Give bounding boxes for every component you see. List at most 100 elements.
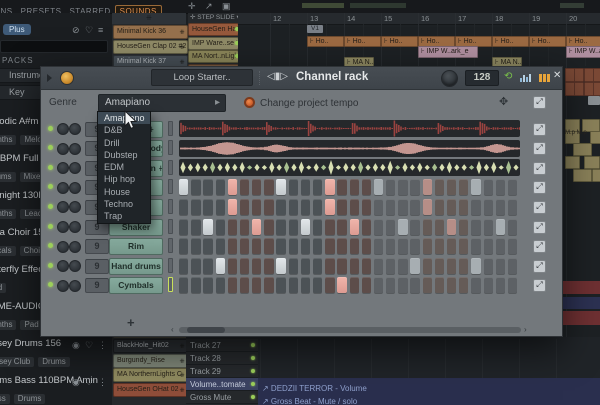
channel-led[interactable]: [48, 243, 53, 248]
step-cell[interactable]: [264, 238, 273, 254]
pan-knob[interactable]: [57, 123, 69, 135]
volume-knob[interactable]: [69, 221, 81, 233]
step-cell[interactable]: [252, 258, 261, 274]
step-cell[interactable]: [496, 219, 505, 235]
step-cell[interactable]: [289, 238, 298, 254]
step-cell[interactable]: [471, 199, 480, 215]
channel-select-strip[interactable]: [168, 121, 173, 136]
pan-knob[interactable]: [57, 260, 69, 272]
step-cell[interactable]: [203, 199, 212, 215]
step-cell[interactable]: [484, 179, 493, 195]
playlist-clip[interactable]: ⊦ Ho..: [492, 36, 529, 47]
scrollbar-thumb[interactable]: [187, 327, 225, 333]
list-item[interactable]: Jersey Drums 156Jersey ClubDrums◉♡⋮: [0, 338, 108, 372]
step-cell[interactable]: [386, 219, 395, 235]
step-cell[interactable]: [191, 219, 200, 235]
step-cell[interactable]: [337, 238, 346, 254]
bg-clip[interactable]: [565, 156, 580, 169]
channel-led[interactable]: [48, 282, 53, 287]
scrollbar[interactable]: [179, 327, 521, 333]
bg-channel-button[interactable]: Minimal Kick 36⧺: [113, 25, 188, 39]
step-cell[interactable]: [350, 238, 359, 254]
step-cell[interactable]: [398, 258, 407, 274]
step-cell[interactable]: [447, 238, 456, 254]
step-cell[interactable]: [410, 258, 419, 274]
pan-knob[interactable]: [57, 221, 69, 233]
track-lane[interactable]: ↗ DEDZII TERROR - Volume: [258, 378, 600, 392]
step-cell[interactable]: [325, 258, 334, 274]
track-name-row[interactable]: Volume..tomate: [186, 378, 258, 391]
step-cell[interactable]: [410, 277, 419, 293]
step-cell[interactable]: [496, 199, 505, 215]
step-cell[interactable]: [386, 199, 395, 215]
track-name-row[interactable]: Gross Mute: [186, 391, 258, 404]
options-icon[interactable]: ⋮: [98, 340, 107, 351]
pan-knob[interactable]: [57, 201, 69, 213]
step-cell[interactable]: [459, 199, 468, 215]
step-cell[interactable]: [276, 238, 285, 254]
step-cell[interactable]: [301, 179, 310, 195]
bg-channel-button[interactable]: HouseGen Clap 02 #2⧺: [113, 40, 188, 54]
dice-icon[interactable]: ⤢: [533, 123, 546, 136]
step-cell[interactable]: [301, 238, 310, 254]
step-cell[interactable]: [313, 179, 322, 195]
playlist-clip[interactable]: ⊦ Ho..: [344, 36, 381, 47]
step-cell[interactable]: [301, 219, 310, 235]
step-cell[interactable]: [386, 258, 395, 274]
step-cell[interactable]: [289, 277, 298, 293]
grid-icon[interactable]: ▣: [222, 1, 231, 12]
pan-knob[interactable]: [57, 241, 69, 253]
step-cell[interactable]: [423, 219, 432, 235]
step-cell[interactable]: [313, 238, 322, 254]
step-cell[interactable]: [459, 238, 468, 254]
step-cell[interactable]: [289, 179, 298, 195]
mixer-track-box[interactable]: 9: [85, 239, 109, 254]
detach-icon[interactable]: ↗: [205, 1, 213, 12]
step-cell[interactable]: [276, 258, 285, 274]
step-cell[interactable]: [350, 199, 359, 215]
step-cell[interactable]: [325, 199, 334, 215]
tag-chip[interactable]: Pad: [0, 283, 6, 293]
track-lane[interactable]: [258, 352, 600, 366]
pan-knob[interactable]: [57, 162, 69, 174]
step-cell[interactable]: [228, 258, 237, 274]
bg-clip[interactable]: [584, 156, 600, 169]
step-cell[interactable]: [423, 277, 432, 293]
channel-button[interactable]: Cymbals: [109, 277, 163, 294]
bg-clip[interactable]: [592, 169, 600, 182]
step-cell[interactable]: [398, 238, 407, 254]
scroll-left-arrow[interactable]: ‹: [171, 325, 174, 334]
step-cell[interactable]: [216, 179, 225, 195]
version-chip[interactable]: V1: [307, 25, 323, 33]
step-cell[interactable]: [276, 277, 285, 293]
step-cell[interactable]: [435, 258, 444, 274]
step-cell[interactable]: [410, 199, 419, 215]
dice-icon[interactable]: ⤢: [533, 240, 546, 253]
channel-led[interactable]: [48, 165, 53, 170]
step-cell[interactable]: [313, 199, 322, 215]
step-cell[interactable]: [447, 258, 456, 274]
step-cell[interactable]: [410, 219, 419, 235]
channel-select-strip[interactable]: [168, 277, 173, 292]
pan-knob[interactable]: [57, 280, 69, 292]
step-cell[interactable]: [203, 238, 212, 254]
step-cell[interactable]: [447, 179, 456, 195]
step-cell[interactable]: [264, 258, 273, 274]
channel-led[interactable]: [48, 145, 53, 150]
step-cell[interactable]: [508, 258, 517, 274]
step-cell[interactable]: [374, 179, 383, 195]
step-cell[interactable]: [252, 199, 261, 215]
step-cell[interactable]: [496, 258, 505, 274]
step-cell[interactable]: [276, 219, 285, 235]
step-cell[interactable]: [289, 199, 298, 215]
track-name-row[interactable]: Track 27: [186, 339, 258, 352]
step-cell[interactable]: [350, 179, 359, 195]
step-cell[interactable]: [435, 219, 444, 235]
step-cell[interactable]: [410, 179, 419, 195]
step-cell[interactable]: [228, 238, 237, 254]
step-cell[interactable]: [179, 277, 188, 293]
volume-knob[interactable]: [69, 123, 81, 135]
options-icon[interactable]: ⋮: [98, 377, 107, 388]
dice-icon[interactable]: ⤢: [533, 162, 546, 175]
dice-icon[interactable]: ⤢: [533, 260, 546, 273]
